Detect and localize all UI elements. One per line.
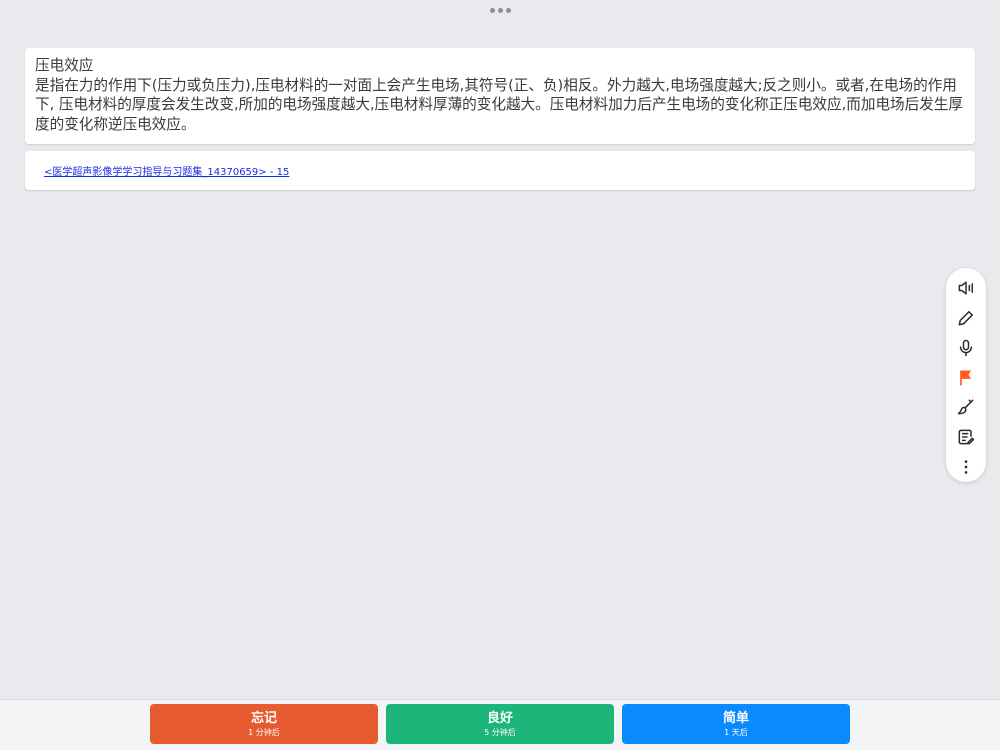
brush-icon[interactable] (951, 392, 981, 422)
speaker-icon[interactable] (951, 273, 981, 303)
good-button[interactable]: 良好 5 分钟后 (386, 704, 614, 744)
good-interval: 5 分钟后 (484, 727, 516, 737)
forget-button[interactable]: 忘记 1 分钟后 (150, 704, 378, 744)
easy-label: 简单 (722, 710, 749, 726)
flag-icon[interactable] (951, 363, 981, 393)
answer-bar: 忘记 1 分钟后 良好 5 分钟后 简单 1 天后 (0, 699, 1000, 750)
forget-interval: 1 分钟后 (248, 727, 280, 737)
side-toolbar (946, 268, 986, 482)
handle-dot (505, 7, 511, 13)
more-vertical-icon[interactable] (951, 452, 981, 482)
microphone-icon[interactable] (951, 333, 981, 363)
good-label: 良好 (486, 710, 513, 726)
easy-interval: 1 天后 (724, 727, 748, 737)
source-card: <医学超声影像学学习指导与习题集_14370659> - 15 (25, 151, 975, 190)
handle-dot (489, 7, 495, 13)
source-link[interactable]: <医学超声影像学学习指导与习题集_14370659> - 15 (44, 163, 289, 178)
card-front-text: 压电效应 (35, 57, 94, 74)
card-back-text: 是指在力的作用下(压力或负压力),压电材料的一对面上会产生电场,其符号(正、负)… (35, 76, 964, 133)
drag-handle[interactable] (0, 0, 1000, 20)
edit-note-icon[interactable] (951, 422, 981, 452)
flashcard-content: 压电效应 是指在力的作用下(压力或负压力),压电材料的一对面上会产生电场,其符号… (25, 48, 975, 144)
easy-button[interactable]: 简单 1 天后 (622, 704, 850, 744)
pencil-icon[interactable] (951, 303, 981, 333)
forget-label: 忘记 (250, 710, 277, 726)
handle-dot (497, 7, 503, 13)
